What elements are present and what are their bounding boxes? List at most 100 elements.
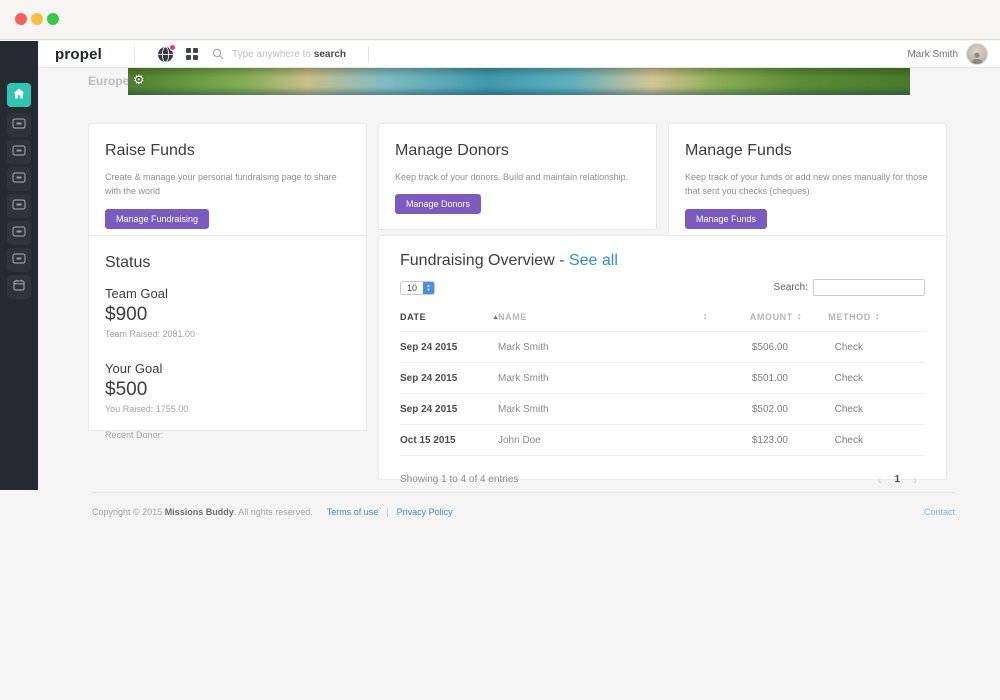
contact-link[interactable]: Contact (924, 507, 955, 517)
sidebar-item-calendar[interactable] (7, 275, 31, 299)
you-raised: You Raised: 1755.00 (105, 404, 350, 414)
header-divider (134, 46, 135, 62)
cell-name: Mark Smith (498, 373, 699, 384)
page-footer: Copyright © 2015 Missions Buddy. All rig… (92, 507, 955, 517)
table-search-label: Search: (774, 282, 808, 293)
manage-fundraising-button[interactable]: Manage Fundraising (105, 209, 209, 229)
cell-date: Sep 24 2015 (400, 342, 498, 353)
card-title: Manage Donors (395, 142, 640, 160)
fundraising-overview-card: Fundraising Overview - See all 10 ▲▼ Sea… (378, 235, 947, 480)
see-all-link[interactable]: See all (569, 252, 618, 269)
column-sort-name[interactable]: ▴▾ (699, 313, 715, 321)
pagination-page-1[interactable]: 1 (889, 472, 905, 487)
cell-amount: $502.00 (715, 404, 801, 415)
table-row: Sep 24 2015 Mark Smith $506.00 Check (400, 332, 925, 363)
app-header: propel Type anywhere to search Mark Smit… (38, 41, 1000, 68)
app-logo[interactable]: propel (55, 46, 102, 63)
cell-date: Sep 24 2015 (400, 373, 498, 384)
notifications-globe-button[interactable] (157, 46, 174, 63)
recent-donor-label: Recent Donor: (105, 430, 350, 440)
card-icon (12, 170, 26, 188)
column-header-amount[interactable]: AMOUNT▴▾ (715, 312, 801, 322)
overview-title: Fundraising Overview - See all (400, 252, 925, 270)
card-icon (12, 251, 26, 269)
cell-method: Check (801, 342, 879, 353)
sidebar-item-2[interactable] (7, 113, 31, 137)
terms-of-use-link[interactable]: Terms of use (327, 507, 379, 517)
page-size-select[interactable]: 10 ▲▼ (400, 281, 435, 295)
pagination-next-button[interactable]: › (905, 473, 925, 487)
status-card: Status Team Goal $900 Team Raised: 2081.… (88, 235, 367, 431)
table-header-row: DATE▴ NAME ▴▾ AMOUNT▴▾ METHOD▴▾ (400, 308, 925, 332)
cover-photo: ⚙︎ (128, 68, 910, 95)
card-icon (12, 224, 26, 242)
cell-name: John Doe (498, 435, 699, 446)
user-name: Mark Smith (907, 49, 958, 60)
global-search-input[interactable]: Type anywhere to search (212, 48, 346, 60)
table-row: Sep 24 2015 Mark Smith $502.00 Check (400, 394, 925, 425)
cover-settings-gear-icon[interactable]: ⚙︎ (133, 73, 145, 86)
pagination-prev-button[interactable]: ‹ (869, 473, 889, 487)
your-goal-label: Your Goal (105, 361, 350, 376)
raise-funds-card: Raise Funds Create & manage your persona… (88, 123, 367, 245)
table-row: Oct 15 2015 John Doe $123.00 Check (400, 425, 925, 456)
sidebar-item-6[interactable] (7, 221, 31, 245)
card-icon (12, 116, 26, 134)
window-titlebar (0, 0, 1000, 40)
team-goal-value: $900 (105, 304, 350, 326)
cell-amount: $123.00 (715, 435, 801, 446)
your-goal-value: $500 (105, 379, 350, 401)
sidebar (0, 41, 38, 490)
cell-method: Check (801, 373, 879, 384)
status-title: Status (105, 254, 350, 272)
footer-separator: | (386, 507, 388, 517)
sort-icon: ▴▾ (876, 313, 879, 321)
cell-date: Oct 15 2015 (400, 435, 498, 446)
cell-name: Mark Smith (498, 404, 699, 415)
notification-badge (169, 44, 176, 51)
card-title: Manage Funds (685, 142, 930, 160)
region-label: Europe (88, 74, 129, 88)
column-header-name[interactable]: NAME (498, 312, 699, 322)
avatar[interactable] (966, 43, 988, 65)
header-divider (368, 46, 369, 62)
cell-method: Check (801, 404, 879, 415)
cell-method: Check (801, 435, 879, 446)
card-description: Keep track of your funds or add new ones… (685, 170, 930, 199)
cell-date: Sep 24 2015 (400, 404, 498, 415)
privacy-policy-link[interactable]: Privacy Policy (397, 507, 453, 517)
sidebar-item-7[interactable] (7, 248, 31, 272)
sidebar-item-4[interactable] (7, 167, 31, 191)
donations-table: DATE▴ NAME ▴▾ AMOUNT▴▾ METHOD▴▾ Sep 24 2… (400, 308, 925, 487)
card-icon (12, 197, 26, 215)
user-menu[interactable]: Mark Smith (907, 43, 988, 65)
column-header-date[interactable]: DATE▴ (400, 312, 498, 322)
team-goal-label: Team Goal (105, 286, 350, 301)
manage-funds-button[interactable]: Manage Funds (685, 209, 767, 229)
search-placeholder: Type anywhere to search (232, 49, 346, 60)
manage-donors-card: Manage Donors Keep track of your donors.… (378, 123, 657, 230)
home-icon (13, 86, 25, 104)
table-search-input[interactable] (813, 279, 925, 296)
select-stepper-icon: ▲▼ (423, 282, 434, 294)
column-header-method[interactable]: METHOD▴▾ (801, 312, 879, 322)
footer-divider (92, 492, 955, 493)
apps-grid-button[interactable] (186, 48, 198, 60)
cell-amount: $501.00 (715, 373, 801, 384)
manage-donors-button[interactable]: Manage Donors (395, 194, 481, 214)
search-icon (212, 48, 224, 60)
close-window-button[interactable] (15, 13, 27, 25)
cell-name: Mark Smith (498, 342, 699, 353)
pagination: ‹ 1 › (869, 472, 925, 487)
sidebar-item-home[interactable] (7, 83, 31, 107)
table-summary: Showing 1 to 4 of 4 entries (400, 474, 518, 485)
minimize-window-button[interactable] (31, 13, 43, 25)
sort-icon: ▴▾ (704, 313, 707, 321)
sidebar-item-5[interactable] (7, 194, 31, 218)
calendar-icon (13, 278, 25, 296)
zoom-window-button[interactable] (47, 13, 59, 25)
copyright-text: Copyright © 2015 Missions Buddy. All rig… (92, 507, 313, 517)
cell-amount: $506.00 (715, 342, 801, 353)
sidebar-item-3[interactable] (7, 140, 31, 164)
table-row: Sep 24 2015 Mark Smith $501.00 Check (400, 363, 925, 394)
